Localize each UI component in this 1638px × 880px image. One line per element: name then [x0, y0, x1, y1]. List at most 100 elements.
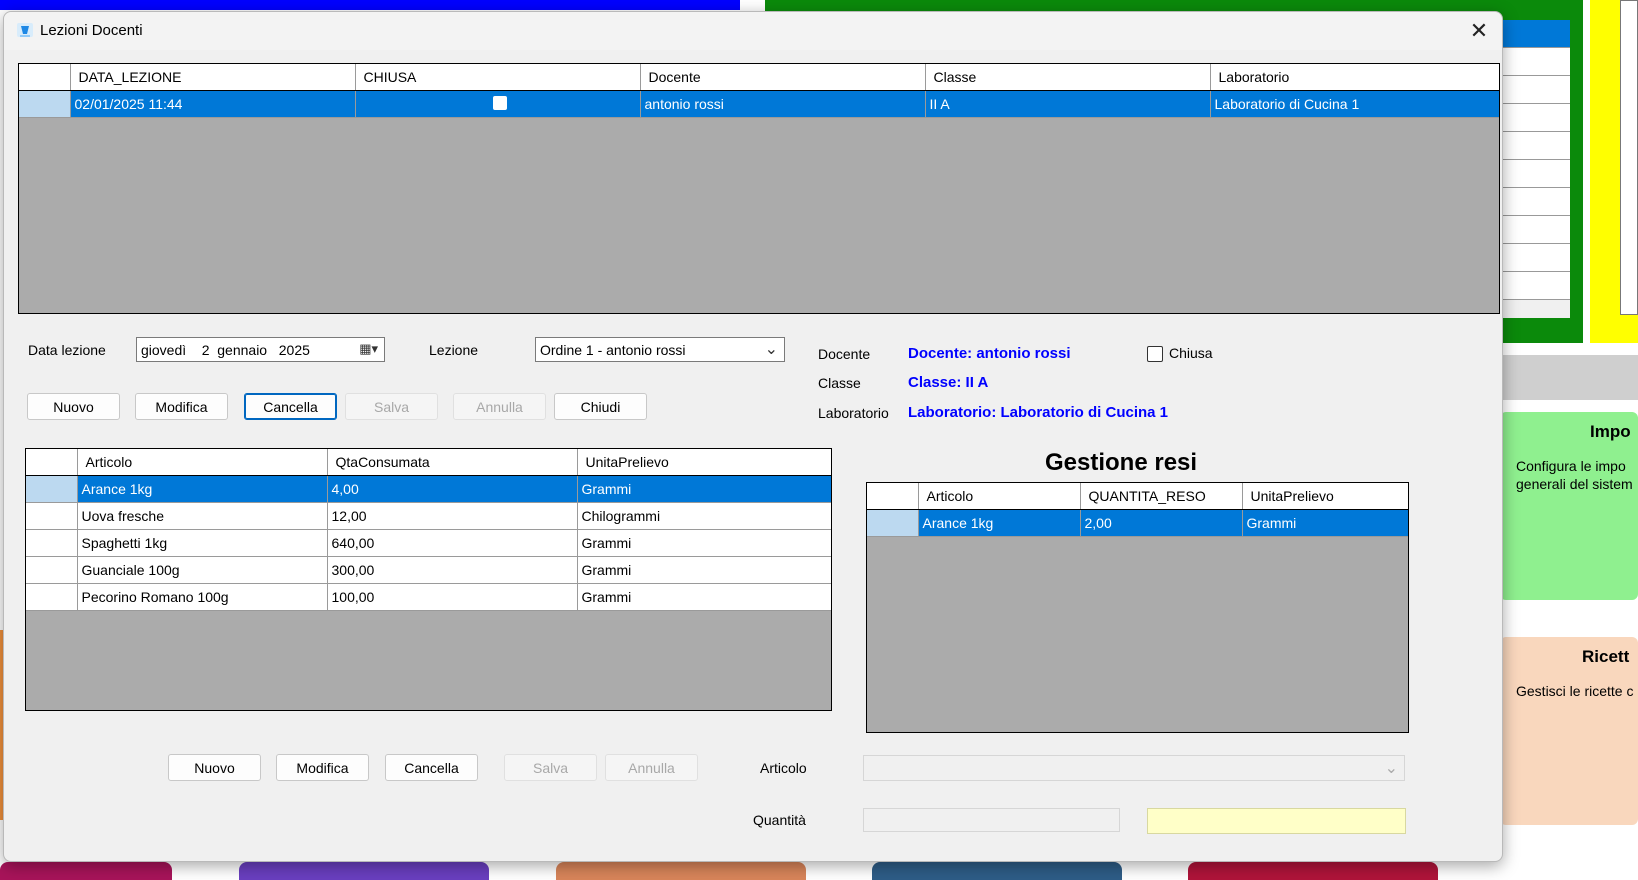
- cell-unita[interactable]: Chilogrammi: [577, 502, 831, 530]
- row-header[interactable]: [26, 502, 78, 530]
- salva-lezione-button[interactable]: Salva: [345, 393, 438, 420]
- card-ricette-desc: Gestisci le ricette c: [1516, 683, 1634, 699]
- cancella-lezione-button[interactable]: Cancella: [244, 393, 337, 420]
- docente-label: Docente: [818, 346, 871, 362]
- cell-articolo[interactable]: Uova fresche: [77, 502, 328, 530]
- cell-qta[interactable]: 100,00: [327, 583, 578, 611]
- calendar-icon[interactable]: ▦▾: [359, 341, 378, 357]
- docente-info: Docente: antonio rossi: [908, 345, 1071, 362]
- data-lezione-label: Data lezione: [28, 342, 106, 358]
- close-icon[interactable]: ✕: [1456, 12, 1502, 50]
- nuovo-reso-button[interactable]: Nuovo: [168, 754, 261, 781]
- card-impostazioni-desc: Configura le impo generali del sistem: [1516, 458, 1633, 492]
- column-header-articolo[interactable]: Articolo: [918, 483, 1081, 510]
- background-tab-2[interactable]: [239, 862, 489, 880]
- column-header-qta-consumata[interactable]: QtaConsumata: [327, 449, 578, 476]
- table-row[interactable]: Arance 1kg 2,00 Grammi: [867, 509, 1408, 537]
- row-header[interactable]: [26, 583, 78, 611]
- cell-qta[interactable]: 12,00: [327, 502, 578, 530]
- cell-chiusa[interactable]: [355, 90, 641, 118]
- chiudi-button[interactable]: Chiudi: [554, 393, 647, 420]
- cell-unita[interactable]: Grammi: [1242, 509, 1408, 537]
- column-header-docente[interactable]: Docente: [640, 64, 926, 91]
- modifica-reso-button[interactable]: Modifica: [276, 754, 369, 781]
- chiusa-checkbox[interactable]: [492, 95, 507, 110]
- column-header-unita-prelievo[interactable]: UnitaPrelievo: [1242, 483, 1408, 510]
- cell-articolo[interactable]: Spaghetti 1kg: [77, 529, 328, 557]
- row-header-corner: [26, 449, 78, 476]
- cell-unita[interactable]: Grammi: [577, 475, 831, 503]
- lezione-select[interactable]: Ordine 1 - antonio rossi ⌄: [535, 337, 785, 362]
- column-header-quantita-reso[interactable]: QUANTITA_RESO: [1080, 483, 1243, 510]
- articles-grid-header: Articolo QtaConsumata UnitaPrelievo: [26, 449, 831, 476]
- row-header-corner: [867, 483, 919, 510]
- cell-docente[interactable]: antonio rossi: [640, 90, 926, 118]
- cell-articolo[interactable]: Arance 1kg: [77, 475, 328, 503]
- card-impostazioni-title: Impo: [1590, 422, 1631, 441]
- row-header[interactable]: [26, 529, 78, 557]
- column-header-unita-prelievo[interactable]: UnitaPrelievo: [577, 449, 831, 476]
- lessons-grid-header: DATA_LEZIONE CHIUSA Docente Classe Labor…: [19, 64, 1499, 91]
- column-header-laboratorio[interactable]: Laboratorio: [1210, 64, 1499, 91]
- classe-info: Classe: II A: [908, 374, 989, 391]
- row-header[interactable]: [26, 475, 78, 503]
- cell-quantita[interactable]: 2,00: [1080, 509, 1243, 537]
- background-blue-bar: [0, 0, 740, 10]
- cell-unita[interactable]: Grammi: [577, 583, 831, 611]
- row-header-corner: [19, 64, 71, 91]
- column-header-chiusa[interactable]: CHIUSA: [355, 64, 641, 91]
- table-row[interactable]: Arance 1kg 4,00 Grammi: [26, 475, 831, 503]
- card-impostazioni[interactable]: Impo Configura le impo generali del sist…: [1500, 412, 1638, 600]
- articolo-select[interactable]: ⌄: [863, 755, 1405, 781]
- background-tab-5[interactable]: [1188, 862, 1438, 880]
- laboratorio-info: Laboratorio: Laboratorio di Cucina 1: [908, 404, 1169, 421]
- column-header-classe[interactable]: Classe: [925, 64, 1211, 91]
- column-header-articolo[interactable]: Articolo: [77, 449, 328, 476]
- chiusa-label: Chiusa: [1169, 345, 1213, 361]
- app-icon: [17, 23, 33, 37]
- cell-classe[interactable]: II A: [925, 90, 1211, 118]
- data-lezione-datepicker[interactable]: giovedì 2 gennaio 2025 ▦▾: [136, 337, 385, 362]
- background-tab-1[interactable]: [0, 862, 172, 880]
- cell-qta[interactable]: 4,00: [327, 475, 578, 503]
- lessons-grid[interactable]: DATA_LEZIONE CHIUSA Docente Classe Labor…: [18, 63, 1500, 314]
- background-tab-4[interactable]: [872, 862, 1122, 880]
- annulla-reso-button[interactable]: Annulla: [605, 754, 698, 781]
- title-bar: Lezioni Docenti ✕: [4, 12, 1502, 50]
- cell-articolo[interactable]: Pecorino Romano 100g: [77, 583, 328, 611]
- gestione-resi-title: Gestione resi: [1045, 449, 1198, 476]
- quantita-input[interactable]: [863, 808, 1120, 832]
- row-header[interactable]: [19, 90, 71, 118]
- cancella-reso-button[interactable]: Cancella: [385, 754, 478, 781]
- cell-laboratorio[interactable]: Laboratorio di Cucina 1: [1210, 90, 1499, 118]
- row-header[interactable]: [867, 509, 919, 537]
- chiusa-checkbox-form[interactable]: [1147, 346, 1163, 362]
- table-row[interactable]: Uova fresche 12,00 Chilogrammi: [26, 502, 831, 530]
- chevron-down-icon: ⌄: [1384, 760, 1398, 777]
- card-ricette[interactable]: Ricett Gestisci le ricette c: [1500, 637, 1638, 825]
- table-row[interactable]: Pecorino Romano 100g 100,00 Grammi: [26, 583, 831, 611]
- nuovo-lezione-button[interactable]: Nuovo: [27, 393, 120, 420]
- annulla-lezione-button[interactable]: Annulla: [453, 393, 546, 420]
- cell-unita[interactable]: Grammi: [577, 529, 831, 557]
- row-header[interactable]: [26, 556, 78, 584]
- cell-qta[interactable]: 300,00: [327, 556, 578, 584]
- table-row[interactable]: 02/01/2025 11:44 antonio rossi II A Labo…: [19, 90, 1499, 118]
- window-title: Lezioni Docenti: [40, 22, 143, 39]
- chevron-down-icon: ⌄: [764, 341, 778, 358]
- salva-reso-button[interactable]: Salva: [504, 754, 597, 781]
- table-row[interactable]: Spaghetti 1kg 640,00 Grammi: [26, 529, 831, 557]
- articolo-label: Articolo: [760, 760, 807, 776]
- cell-qta[interactable]: 640,00: [327, 529, 578, 557]
- cell-articolo[interactable]: Arance 1kg: [918, 509, 1081, 537]
- cell-articolo[interactable]: Guanciale 100g: [77, 556, 328, 584]
- background-tab-3[interactable]: [556, 862, 806, 880]
- highlight-field[interactable]: [1147, 808, 1406, 834]
- modifica-lezione-button[interactable]: Modifica: [135, 393, 228, 420]
- articles-grid[interactable]: Articolo QtaConsumata UnitaPrelievo Aran…: [25, 448, 832, 711]
- returns-grid[interactable]: Articolo QUANTITA_RESO UnitaPrelievo Ara…: [866, 482, 1409, 733]
- cell-data-lezione[interactable]: 02/01/2025 11:44: [70, 90, 356, 118]
- cell-unita[interactable]: Grammi: [577, 556, 831, 584]
- table-row[interactable]: Guanciale 100g 300,00 Grammi: [26, 556, 831, 584]
- column-header-data-lezione[interactable]: DATA_LEZIONE: [70, 64, 356, 91]
